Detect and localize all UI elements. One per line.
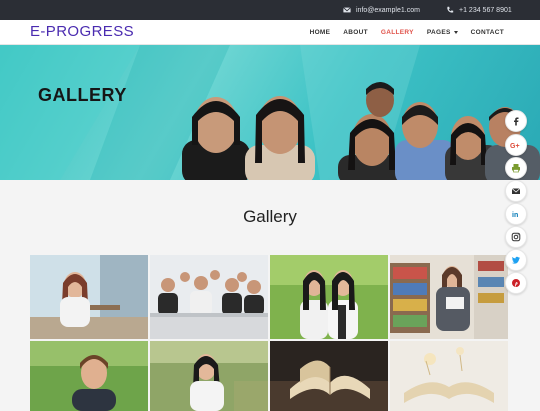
banner-photo [0,45,540,180]
page-banner: GALLERY [0,45,540,180]
photo-girl-in-field [150,341,268,411]
phone-text: +1 234 567 8901 [459,6,512,14]
email-icon [511,188,521,194]
google-plus-icon: G+ [510,143,520,150]
nav-item-pages-label: PAGES [426,29,451,36]
phone-contact[interactable]: +1 234 567 8901 [446,6,512,14]
photo-open-book-light [390,341,508,411]
nav-item-gallery[interactable]: GALLERY [381,29,414,36]
photo-two-girls-outdoors [270,255,388,339]
print-button[interactable] [505,157,527,179]
banner-title: GALLERY [38,85,127,105]
photo-woman-reading-in-library [390,255,508,339]
share-email-button[interactable] [505,180,527,202]
share-instagram-button[interactable] [505,226,527,248]
email-contact[interactable]: info@example1.com [343,6,420,14]
nav-item-about[interactable]: ABOUT [343,29,368,36]
pinterest-icon [512,279,520,287]
instagram-icon [511,232,521,242]
gallery-item-girl-in-field[interactable] [150,341,268,411]
nav-item-home[interactable]: HOME [310,29,331,36]
gallery-item-woman-using-phone[interactable] [30,255,148,339]
twitter-icon [511,256,520,264]
nav-item-contact[interactable]: CONTACT [471,29,504,36]
print-icon [512,164,520,173]
gallery-item-boy-outdoors[interactable] [30,341,148,411]
share-twitter-button[interactable] [505,249,527,271]
top-bar: info@example1.com +1 234 567 8901 [0,0,540,20]
photo-boy-outdoors [30,341,148,411]
svg-text:in: in [512,212,518,219]
gallery-item-open-book-dark[interactable] [270,341,388,411]
share-facebook-button[interactable] [505,110,527,132]
gallery-item-students-in-classroom[interactable] [150,255,268,339]
photo-open-book-dark [270,341,388,411]
chevron-down-icon [453,30,458,34]
share-google-plus-button[interactable]: G+ [505,134,527,156]
photo-students-in-classroom [150,255,268,339]
gallery-item-woman-reading-in-library[interactable] [390,255,508,339]
phone-icon [447,6,454,13]
photo-woman-using-phone [30,255,148,339]
page-title: Gallery [243,207,297,226]
envelope-icon [343,7,351,13]
nav-item-pages[interactable]: PAGES [427,29,458,36]
share-pinterest-button[interactable] [505,272,527,294]
gallery-item-open-book-light[interactable] [390,341,508,411]
gallery-item-two-girls-outdoors[interactable] [270,255,388,339]
facebook-icon [514,117,519,126]
main-navbar: E-PROGRESS HOME ABOUT GALLERY PAGES CONT… [0,20,540,45]
site-logo[interactable]: E-PROGRESS [30,23,134,40]
svg-text:G+: G+ [510,143,520,150]
share-linkedin-button[interactable]: in [505,203,527,225]
linkedin-icon: in [512,212,518,219]
email-text: info@example1.com [356,6,420,14]
nav-menu: HOME ABOUT GALLERY PAGES CONTACT [310,20,504,45]
